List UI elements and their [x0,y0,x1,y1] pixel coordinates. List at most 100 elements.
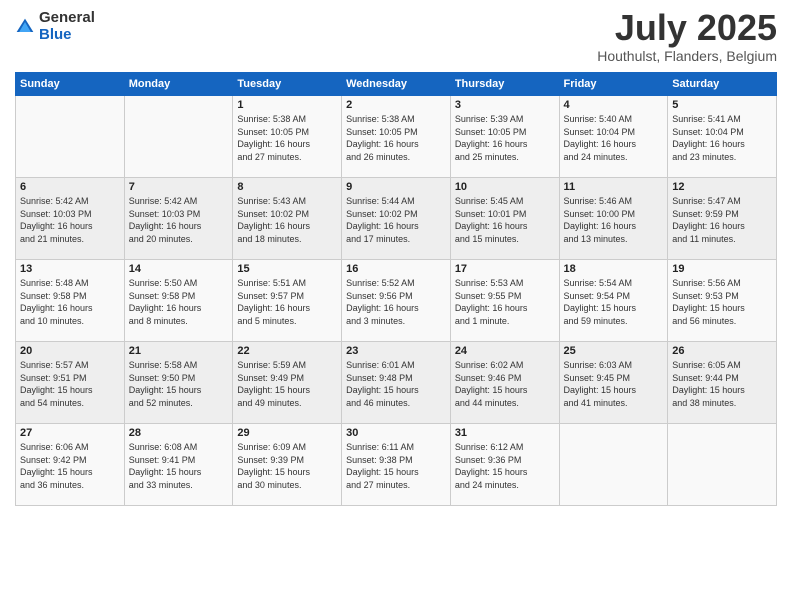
logo-general: General [39,10,95,27]
day-number: 19 [672,263,772,275]
day-cell: 21 Sunrise: 5:58 AM Sunset: 9:50 PM Dayli… [124,342,233,424]
day-cell: 29Sunrise: 6:09 AM Sunset: 9:39 PM Dayli… [233,424,342,506]
day-info: Sunrise: 5:41 AM Sunset: 10:04 PM Daylig… [672,113,772,163]
day-info: Sunrise: 5:56 AM Sunset: 9:53 PM Dayligh… [672,277,772,327]
day-info: Sunrise: 5:38 AM Sunset: 10:05 PM Daylig… [237,113,337,163]
day-cell: 7 Sunrise: 5:42 AM Sunset: 10:03 PM Dayli… [124,178,233,260]
day-cell: 5 Sunrise: 5:41 AM Sunset: 10:04 PM Dayli… [668,96,777,178]
day-number: 5 [672,99,772,111]
day-number: 10 [455,181,555,193]
week-row-0: 1 Sunrise: 5:38 AM Sunset: 10:05 PM Dayli… [16,96,777,178]
day-number: 21 [129,345,229,357]
header-cell-wednesday: Wednesday [342,73,451,96]
day-info: Sunrise: 5:54 AM Sunset: 9:54 PM Dayligh… [564,277,664,327]
day-number: 26 [672,345,772,357]
day-number: 29 [237,427,337,439]
day-cell: 31 Sunrise: 6:12 AM Sunset: 9:36 PM Dayli… [450,424,559,506]
day-info: Sunrise: 5:44 AM Sunset: 10:02 PM Daylig… [346,195,446,245]
week-row-1: 6Sunrise: 5:42 AM Sunset: 10:03 PM Dayli… [16,178,777,260]
day-cell: 9 Sunrise: 5:44 AM Sunset: 10:02 PM Dayli… [342,178,451,260]
day-info: Sunrise: 5:43 AM Sunset: 10:02 PM Daylig… [237,195,337,245]
week-row-3: 20 Sunrise: 5:57 AM Sunset: 9:51 PM Dayli… [16,342,777,424]
day-info: Sunrise: 5:52 AM Sunset: 9:56 PM Dayligh… [346,277,446,327]
day-cell: 2 Sunrise: 5:38 AM Sunset: 10:05 PM Dayli… [342,96,451,178]
day-info: Sunrise: 6:03 AM Sunset: 9:45 PM Dayligh… [564,359,664,409]
day-cell [559,424,668,506]
header-cell-monday: Monday [124,73,233,96]
day-cell: 1 Sunrise: 5:38 AM Sunset: 10:05 PM Dayli… [233,96,342,178]
day-number: 22 [237,345,337,357]
day-cell: 27 Sunrise: 6:06 AM Sunset: 9:42 PM Dayli… [16,424,125,506]
day-cell: 28Sunrise: 6:08 AM Sunset: 9:41 PM Dayli… [124,424,233,506]
day-number: 20 [20,345,120,357]
day-info: Sunrise: 5:48 AM Sunset: 9:58 PM Dayligh… [20,277,120,327]
day-number: 24 [455,345,555,357]
day-number: 2 [346,99,446,111]
day-info: Sunrise: 5:40 AM Sunset: 10:04 PM Daylig… [564,113,664,163]
day-cell: 15Sunrise: 5:51 AM Sunset: 9:57 PM Dayli… [233,260,342,342]
header-row: SundayMondayTuesdayWednesdayThursdayFrid… [16,73,777,96]
day-number: 9 [346,181,446,193]
day-info: Sunrise: 5:59 AM Sunset: 9:49 PM Dayligh… [237,359,337,409]
day-info: Sunrise: 5:57 AM Sunset: 9:51 PM Dayligh… [20,359,120,409]
day-number: 25 [564,345,664,357]
day-cell: 3 Sunrise: 5:39 AM Sunset: 10:05 PM Dayli… [450,96,559,178]
day-info: Sunrise: 5:39 AM Sunset: 10:05 PM Daylig… [455,113,555,163]
day-info: Sunrise: 5:42 AM Sunset: 10:03 PM Daylig… [129,195,229,245]
day-cell: 18 Sunrise: 5:54 AM Sunset: 9:54 PM Dayli… [559,260,668,342]
day-info: Sunrise: 6:08 AM Sunset: 9:41 PM Dayligh… [129,441,229,491]
day-cell: 19 Sunrise: 5:56 AM Sunset: 9:53 PM Dayli… [668,260,777,342]
logo: General Blue [15,10,95,43]
day-number: 31 [455,427,555,439]
week-row-2: 13Sunrise: 5:48 AM Sunset: 9:58 PM Dayli… [16,260,777,342]
day-cell [668,424,777,506]
day-info: Sunrise: 5:51 AM Sunset: 9:57 PM Dayligh… [237,277,337,327]
day-number: 16 [346,263,446,275]
day-cell: 4 Sunrise: 5:40 AM Sunset: 10:04 PM Dayli… [559,96,668,178]
month-title: July 2025 [597,10,777,46]
day-number: 27 [20,427,120,439]
calendar-body: 1 Sunrise: 5:38 AM Sunset: 10:05 PM Dayli… [16,96,777,506]
header-cell-thursday: Thursday [450,73,559,96]
calendar: SundayMondayTuesdayWednesdayThursdayFrid… [15,72,777,506]
day-info: Sunrise: 5:45 AM Sunset: 10:01 PM Daylig… [455,195,555,245]
day-cell: 23 Sunrise: 6:01 AM Sunset: 9:48 PM Dayli… [342,342,451,424]
header-cell-friday: Friday [559,73,668,96]
day-cell: 16 Sunrise: 5:52 AM Sunset: 9:56 PM Dayli… [342,260,451,342]
week-row-4: 27 Sunrise: 6:06 AM Sunset: 9:42 PM Dayli… [16,424,777,506]
day-info: Sunrise: 6:05 AM Sunset: 9:44 PM Dayligh… [672,359,772,409]
day-info: Sunrise: 5:38 AM Sunset: 10:05 PM Daylig… [346,113,446,163]
day-number: 1 [237,99,337,111]
day-cell: 22 Sunrise: 5:59 AM Sunset: 9:49 PM Dayli… [233,342,342,424]
day-number: 7 [129,181,229,193]
day-info: Sunrise: 5:50 AM Sunset: 9:58 PM Dayligh… [129,277,229,327]
day-number: 17 [455,263,555,275]
day-number: 4 [564,99,664,111]
day-cell: 13Sunrise: 5:48 AM Sunset: 9:58 PM Dayli… [16,260,125,342]
page: General Blue July 2025 Houthulst, Flande… [0,0,792,612]
header-cell-sunday: Sunday [16,73,125,96]
day-cell: 10 Sunrise: 5:45 AM Sunset: 10:01 PM Dayl… [450,178,559,260]
day-info: Sunrise: 5:58 AM Sunset: 9:50 PM Dayligh… [129,359,229,409]
day-cell: 20 Sunrise: 5:57 AM Sunset: 9:51 PM Dayli… [16,342,125,424]
logo-blue: Blue [39,27,95,44]
day-info: Sunrise: 5:46 AM Sunset: 10:00 PM Daylig… [564,195,664,245]
day-number: 8 [237,181,337,193]
day-info: Sunrise: 6:01 AM Sunset: 9:48 PM Dayligh… [346,359,446,409]
day-number: 30 [346,427,446,439]
day-number: 14 [129,263,229,275]
day-number: 12 [672,181,772,193]
location: Houthulst, Flanders, Belgium [597,48,777,64]
day-number: 3 [455,99,555,111]
day-cell: 11Sunrise: 5:46 AM Sunset: 10:00 PM Dayl… [559,178,668,260]
day-info: Sunrise: 5:42 AM Sunset: 10:03 PM Daylig… [20,195,120,245]
day-number: 23 [346,345,446,357]
day-number: 18 [564,263,664,275]
day-info: Sunrise: 6:12 AM Sunset: 9:36 PM Dayligh… [455,441,555,491]
day-cell: 30 Sunrise: 6:11 AM Sunset: 9:38 PM Dayli… [342,424,451,506]
day-info: Sunrise: 6:11 AM Sunset: 9:38 PM Dayligh… [346,441,446,491]
header-cell-saturday: Saturday [668,73,777,96]
day-cell: 12 Sunrise: 5:47 AM Sunset: 9:59 PM Dayli… [668,178,777,260]
day-info: Sunrise: 6:06 AM Sunset: 9:42 PM Dayligh… [20,441,120,491]
day-info: Sunrise: 5:47 AM Sunset: 9:59 PM Dayligh… [672,195,772,245]
